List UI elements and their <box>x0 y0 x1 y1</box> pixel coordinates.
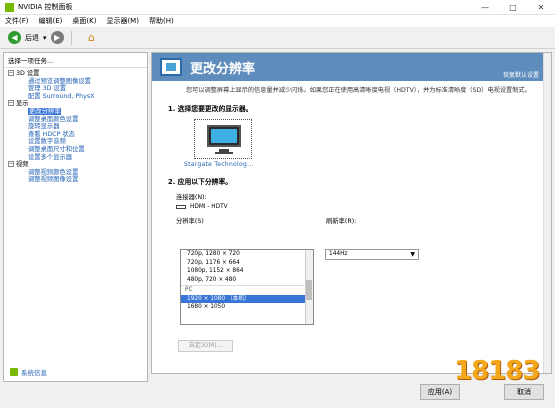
page-title: 更改分辨率 <box>190 61 256 77</box>
toolbar: ◀ 后退 ▾ ▶ ⌂ <box>0 27 555 49</box>
list-item[interactable]: 720p, 1280 × 720 <box>181 250 313 259</box>
list-item[interactable]: 1680 × 1050 <box>181 303 313 312</box>
collapse-icon[interactable]: − <box>8 100 14 107</box>
sidebar-item-change-resolution[interactable]: 更改分辨率 <box>4 107 147 116</box>
sidebar-item-multiple-displays[interactable]: 设置多个显示器 <box>4 154 147 162</box>
sidebar-item-image-preview[interactable]: 通过预览调整图像设置 <box>4 78 147 86</box>
display-selector[interactable] <box>194 119 252 159</box>
list-group-pc: PC <box>181 284 313 295</box>
page-description: 您可以调整屏幕上显示的信息量并减少闪烁。如果您正在使用高清晰度电视（HDTV），… <box>186 87 531 94</box>
back-arrow-icon[interactable]: ◀ <box>8 31 21 44</box>
system-info-icon <box>10 368 18 376</box>
tree-group-display[interactable]: − 显示 <box>4 100 147 108</box>
list-scroll-thumb[interactable] <box>306 280 312 300</box>
back-dropdown-icon[interactable]: ▾ <box>43 34 47 42</box>
refresh-rate-label: 刷新率(R): <box>326 218 357 225</box>
home-icon[interactable]: ⌂ <box>85 31 99 44</box>
minimize-button[interactable]: — <box>471 0 499 15</box>
sidebar-item-digital-audio[interactable]: 设置数字音频 <box>4 138 147 146</box>
maximize-button[interactable]: □ <box>499 0 527 15</box>
sidebar-item-video-image[interactable]: 调整视频图像设置 <box>4 176 147 184</box>
toolbar-divider <box>70 30 72 45</box>
restore-defaults-link[interactable]: 恢复默认设置 <box>503 70 539 79</box>
sidebar-item-desktop-color[interactable]: 调整桌面颜色设置 <box>4 116 147 124</box>
menu-bar: 文件(F) 编辑(E) 桌面(K) 显示器(M) 帮助(H) <box>0 15 555 27</box>
system-info-link[interactable]: 系统信息 <box>10 367 47 377</box>
connector-label: 连接器(N): <box>176 194 207 201</box>
refresh-rate-select[interactable]: 144Hz ▼ <box>325 249 419 260</box>
step1-heading: 1. 选择您要更改的显示器。 <box>168 105 253 113</box>
resolution-monitor-icon <box>160 58 182 76</box>
sidebar-item-rotate-display[interactable]: 旋转显示器 <box>4 123 147 131</box>
forward-arrow-icon[interactable]: ▶ <box>50 31 64 44</box>
monitor-label[interactable]: Stargate Technolog... <box>184 161 551 168</box>
nvidia-logo-icon <box>5 2 14 12</box>
content-scrollbar[interactable] <box>543 53 551 373</box>
resolution-label: 分辨率(S) <box>176 218 204 225</box>
tree-group-3d[interactable]: −3D 设置 <box>4 70 147 78</box>
menu-edit[interactable]: 编辑(E) <box>39 16 63 26</box>
sidebar-item-hdcp-status[interactable]: 查看 HDCP 状态 <box>4 131 147 139</box>
list-item[interactable]: 720p, 1176 × 664 <box>181 259 313 268</box>
watermark-logo: 18183 <box>454 356 540 386</box>
page-header: 更改分辨率 恢复默认设置 <box>152 53 551 81</box>
menu-help[interactable]: 帮助(H) <box>149 16 174 26</box>
sidebar-item-manage-3d[interactable]: 管理 3D 设置 <box>4 85 147 93</box>
custom-button[interactable]: 自定义(M)... <box>178 340 233 352</box>
back-button-label[interactable]: 后退 <box>25 33 39 43</box>
task-tree: −3D 设置 通过预览调整图像设置 管理 3D 设置 配置 Surround, … <box>4 68 147 184</box>
list-item-selected[interactable]: 1920 × 1080 （本机） <box>181 294 313 304</box>
content-panel: 更改分辨率 恢复默认设置 您可以调整屏幕上显示的信息量并减少闪烁。如果您正在使用… <box>151 52 552 374</box>
menu-desktop[interactable]: 桌面(K) <box>72 16 96 26</box>
monitor-base <box>215 152 233 154</box>
window-title: NVIDIA 控制面板 <box>18 3 73 11</box>
menu-file[interactable]: 文件(F) <box>5 16 29 26</box>
step2-heading: 2. 应用以下分辨率。 <box>168 178 233 186</box>
close-button[interactable]: ✕ <box>527 0 555 15</box>
collapse-icon[interactable]: − <box>8 70 14 76</box>
sidebar-item-desktop-size[interactable]: 调整桌面尺寸和位置 <box>4 146 147 154</box>
list-item[interactable]: 480p, 720 × 480 <box>181 276 313 285</box>
tree-group-video[interactable]: − 视频 <box>4 161 147 169</box>
chevron-down-icon[interactable]: ▼ <box>410 250 415 259</box>
monitor-icon <box>207 125 241 147</box>
task-sidebar: 选择一项任务... −3D 设置 通过预览调整图像设置 管理 3D 设置 配置 … <box>3 52 148 382</box>
menu-display[interactable]: 显示器(M) <box>106 16 139 26</box>
sidebar-title: 选择一项任务... <box>4 53 147 68</box>
connector-value: HDMI - HDTV <box>176 204 551 210</box>
title-bar: NVIDIA 控制面板 — □ ✕ <box>0 0 555 15</box>
list-item[interactable]: 1080p, 1152 × 864 <box>181 267 313 276</box>
collapse-icon[interactable]: − <box>8 161 14 168</box>
resolution-list[interactable]: 720p, 1280 × 720 720p, 1176 × 664 1080p,… <box>180 249 314 325</box>
hdmi-plug-icon <box>176 205 186 209</box>
resolution-labels: 分辨率(S) 刷新率(R): <box>176 216 551 225</box>
